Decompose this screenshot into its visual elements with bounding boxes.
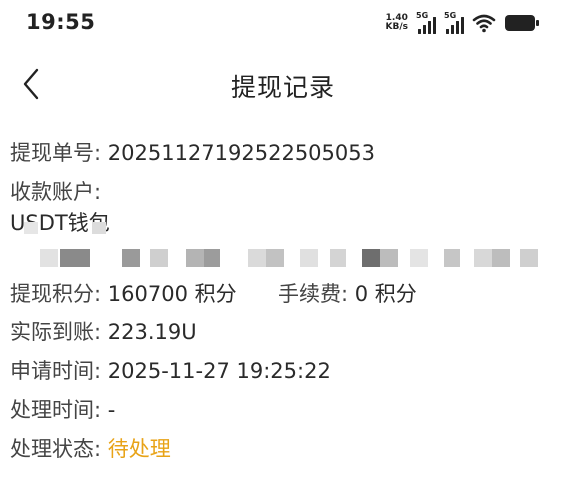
fee-row: 手续费: 0 积分 — [278, 280, 417, 308]
status-icons: 1.40 KB/s 5G 5G — [386, 12, 540, 34]
status-bar: 19:55 1.40 KB/s 5G 5G — [0, 0, 566, 46]
process-time-label: 处理时间: — [10, 398, 102, 422]
process-time-value: - — [107, 398, 116, 422]
page-title: 提现记录 — [230, 73, 335, 102]
status-time: 19:55 — [26, 10, 96, 34]
order-number-value: 20251127192522505053 — [107, 141, 375, 165]
wifi-icon — [472, 13, 496, 33]
received-value: 223.19U — [107, 320, 197, 344]
order-number-row: 提现单号: 20251127192522505053 — [10, 139, 375, 167]
received-row: 实际到账: 223.19U — [10, 318, 197, 346]
navigation-bar: 提现记录 — [0, 56, 566, 112]
fee-label: 手续费: — [278, 282, 349, 306]
network-speed: 1.40 KB/s — [386, 14, 408, 32]
account-row: 收款账户: — [10, 178, 101, 206]
process-time-row: 处理时间: - — [10, 396, 115, 424]
apply-time-value: 2025-11-27 19:25:22 — [107, 359, 331, 383]
order-number-label: 提现单号: — [10, 141, 102, 165]
points-value: 160700 积分 — [107, 282, 237, 306]
fee-value: 0 积分 — [354, 282, 417, 306]
account-label: 收款账户: — [10, 180, 102, 204]
signal-sim2-icon: 5G — [444, 12, 464, 34]
sim2-network-label: 5G — [444, 11, 457, 20]
signal-sim1-icon: 5G — [416, 12, 436, 34]
sim1-network-label: 5G — [416, 11, 429, 20]
battery-icon — [504, 13, 540, 33]
points-label: 提现积分: — [10, 282, 102, 306]
status-badge: 待处理 — [107, 437, 171, 461]
received-label: 实际到账: — [10, 320, 102, 344]
status-label: 处理状态: — [10, 437, 102, 461]
withdraw-record-screen: 19:55 1.40 KB/s 5G 5G 提现记录 提现单号: 2025112… — [0, 0, 566, 504]
network-speed-unit: KB/s — [385, 22, 408, 32]
points-row: 提现积分: 160700 积分 — [10, 280, 237, 308]
status-row: 处理状态: 待处理 — [10, 435, 171, 463]
apply-time-label: 申请时间: — [10, 359, 102, 383]
apply-time-row: 申请时间: 2025-11-27 19:25:22 — [10, 357, 331, 385]
